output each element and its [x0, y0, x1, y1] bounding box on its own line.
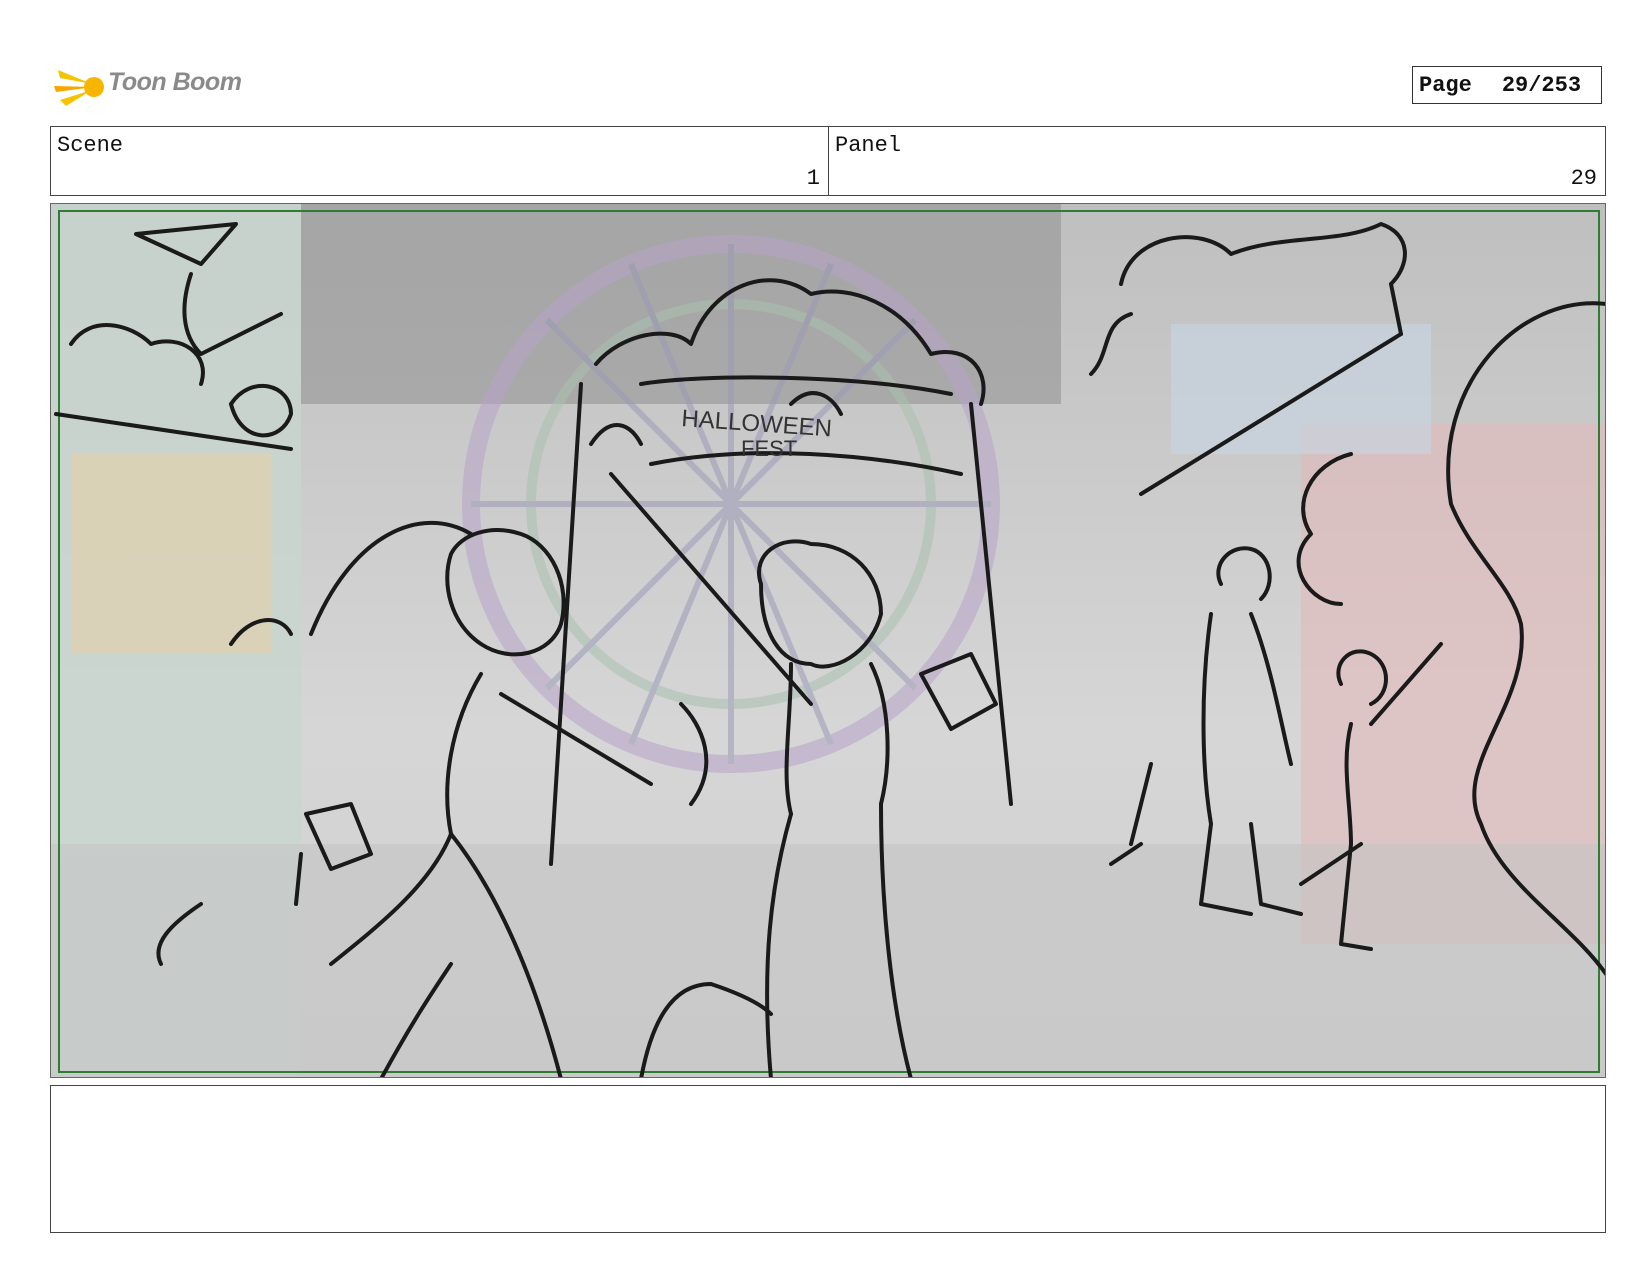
page-indicator: Page 29/253 [1412, 66, 1602, 104]
scene-cell: Scene 1 [51, 127, 829, 195]
logo-text: Toon Boom [108, 68, 242, 96]
panel-label: Panel [835, 133, 902, 158]
scene-label: Scene [57, 133, 124, 158]
page-label: Page [1419, 72, 1472, 98]
ferris-wheel [462, 235, 1000, 773]
panel-notes-box[interactable] [50, 1085, 1606, 1233]
logo-burst-icon [54, 70, 104, 106]
panel-artwork: HALLOWEEN FEST [51, 204, 1605, 1077]
page-number: 29/253 [1501, 72, 1582, 98]
panel-cell: Panel 29 [829, 127, 1605, 195]
panel-value: 29 [1570, 166, 1597, 191]
toon-boom-logo: Toon Boom [52, 60, 252, 112]
scene-panel-info: Scene 1 Panel 29 [50, 126, 1606, 196]
storyboard-panel: HALLOWEEN FEST [50, 203, 1606, 1078]
banner-text-2: FEST [741, 436, 797, 461]
scene-value: 1 [806, 166, 820, 191]
